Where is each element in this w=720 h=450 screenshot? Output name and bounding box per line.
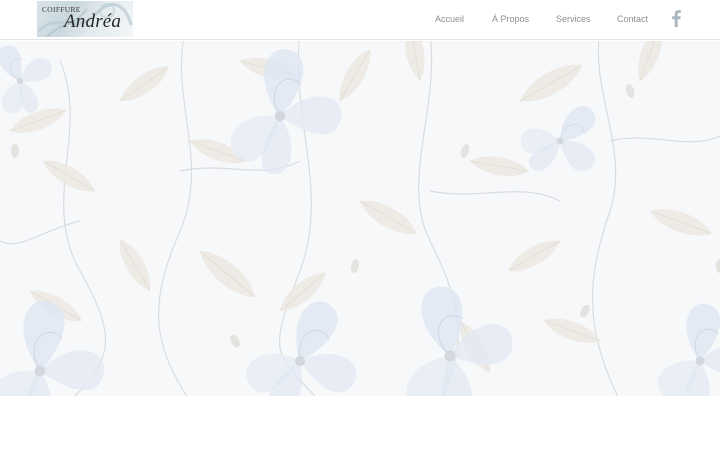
site-header: COIFFURE Andréa Accueil À Propos Service…: [0, 0, 720, 40]
nav-item-accueil[interactable]: Accueil: [435, 14, 464, 24]
nav-item-services[interactable]: Services: [556, 14, 591, 24]
facebook-icon: [672, 10, 681, 27]
nav-item-contact[interactable]: Contact: [617, 14, 648, 24]
nav-item-a-propos[interactable]: À Propos: [492, 14, 529, 24]
floral-pattern: [0, 41, 720, 396]
facebook-link[interactable]: [670, 10, 682, 27]
logo-line-andrea: Andréa: [64, 11, 122, 32]
site-logo[interactable]: COIFFURE Andréa: [37, 1, 133, 37]
hero-floral-background: [0, 41, 720, 396]
